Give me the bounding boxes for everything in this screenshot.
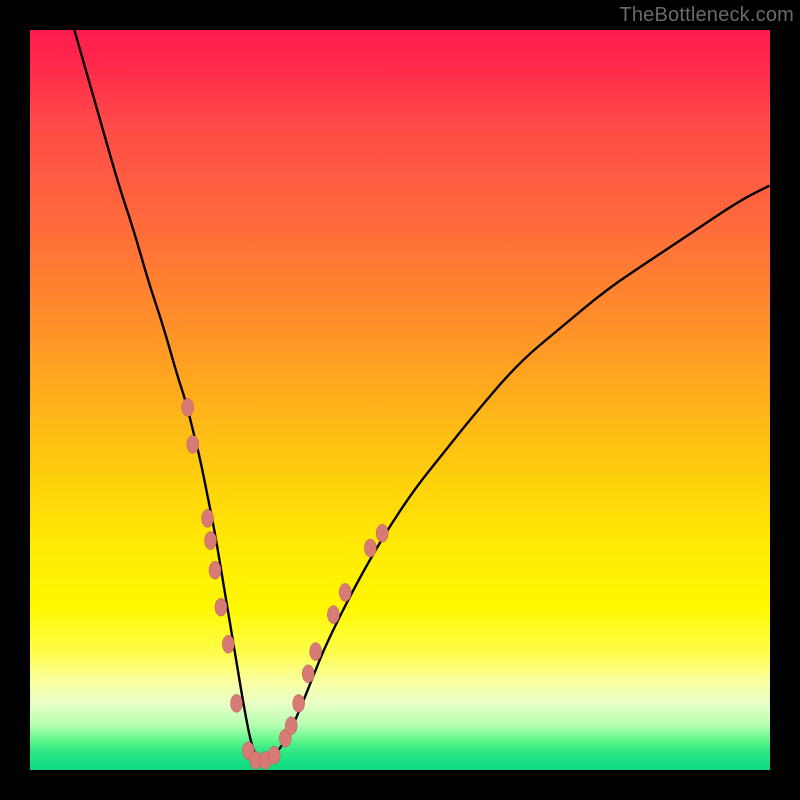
data-marker [182,398,194,416]
data-marker [202,509,214,527]
data-marker [205,532,217,550]
data-marker [285,717,297,735]
curve-path [74,30,770,761]
data-marker [222,635,234,653]
data-marker [293,694,305,712]
data-marker [327,606,339,624]
data-marker [187,435,199,453]
data-marker [209,561,221,579]
data-marker [302,665,314,683]
data-marker [230,694,242,712]
curve-line [74,30,770,761]
data-marker [215,598,227,616]
chart-svg [30,30,770,770]
data-marker [376,524,388,542]
plot-area [30,30,770,770]
watermark-text: TheBottleneck.com [619,4,794,27]
data-marker [339,583,351,601]
chart-frame: TheBottleneck.com [0,0,800,800]
data-marker [268,746,280,764]
data-marker [310,643,322,661]
data-marker [364,539,376,557]
